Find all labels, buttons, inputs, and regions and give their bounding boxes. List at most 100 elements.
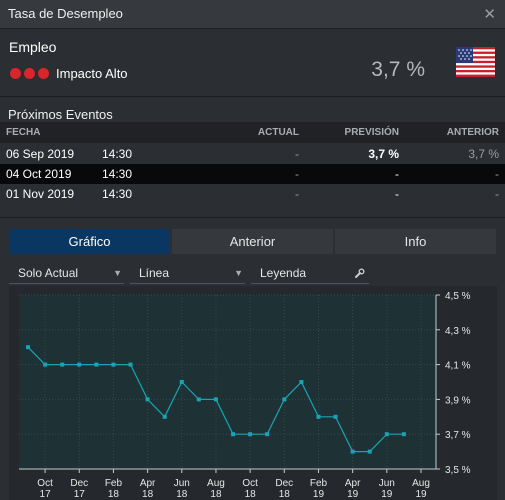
table-row[interactable]: 01 Nov 2019 14:30 - - - [0,184,505,204]
row-date: 06 Sep 2019 [6,147,75,161]
data-point [265,432,270,437]
x-tick-label: 19 [347,489,359,500]
x-tick-label: Apr [140,478,156,489]
row-actual: - [295,147,299,161]
row-forecast: - [395,167,399,181]
x-tick-label: Feb [310,478,328,489]
x-tick-label: Aug [412,478,430,489]
data-point [179,380,184,384]
table-row[interactable]: 04 Oct 2019 14:30 - - - [0,164,505,184]
row-time: 14:30 [102,167,133,181]
data-point [316,414,321,419]
event-value: 3,7 % [371,58,425,81]
row-previous: 3,7 % [468,147,499,161]
tab-bar: Gráfico Anterior Info [9,229,496,254]
x-tick-label: 17 [40,489,52,500]
row-forecast: - [395,187,399,201]
y-tick-label: 4,1 % [445,361,471,372]
impact-indicator: Impacto Alto [10,65,128,81]
data-point [248,432,253,437]
x-tick-label: Jun [174,478,190,489]
y-tick-label: 3,9 % [445,395,471,406]
row-previous: - [495,167,499,181]
impact-dot-icon [24,67,35,79]
x-tick-label: 19 [381,489,393,500]
row-time: 14:30 [102,147,133,161]
close-icon[interactable]: ✕ [483,5,496,23]
x-tick-label: 18 [176,489,188,500]
data-point [145,397,150,402]
x-tick-label: Feb [105,478,123,489]
col-actual: ACTUAL [257,127,299,138]
window-titlebar: Tasa de Desempleo ✕ [0,0,505,29]
events-table-header: FECHA ACTUAL PREVISIÓN ANTERIOR [0,122,505,143]
x-tick-label: 18 [279,489,291,500]
row-date: 04 Oct 2019 [6,167,72,181]
us-flag-icon [456,47,495,77]
data-point [333,414,338,419]
col-prevision: PREVISIÓN [344,127,399,138]
impact-label: Impacto Alto [56,65,128,81]
tab-anterior[interactable]: Anterior [172,229,333,254]
table-row[interactable]: 06 Sep 2019 14:30 - 3,7 % 3,7 % [0,144,505,164]
divider [0,217,505,218]
event-name: Empleo [9,39,57,55]
chart-type-value: Línea [139,266,170,280]
chart-type-select[interactable]: Línea ▼ [130,264,245,284]
y-tick-label: 3,7 % [445,430,471,441]
row-actual: - [295,187,299,201]
y-tick-label: 4,5 % [445,291,471,302]
x-tick-label: Oct [242,478,258,489]
data-point [128,362,133,367]
data-point [367,449,372,454]
chart-controls: Solo Actual ▼ Línea ▼ Leyenda [9,264,369,284]
data-point [384,432,389,437]
wrench-icon [355,268,365,278]
data-point [60,362,65,367]
x-tick-label: Oct [37,478,53,489]
window-title: Tasa de Desempleo [8,6,123,21]
data-point [196,397,201,402]
x-tick-label: Dec [70,478,88,489]
x-tick-label: 19 [313,489,325,500]
data-point [350,449,355,454]
chevron-down-icon: ▼ [234,268,243,278]
x-tick-label: 18 [108,489,120,500]
chart-panel: 4,5 % 4,3 % 4,1 % 3,9 % 3,7 % 3,5 % Oct 17 Dec 17… [9,286,497,500]
legend-label: Leyenda [260,266,307,280]
tab-info[interactable]: Info [335,229,496,254]
x-tick-label: Dec [275,478,293,489]
data-point [401,432,406,437]
data-point [94,362,99,367]
data-point [231,432,236,437]
x-tick-label: 18 [245,489,257,500]
tab-grafico[interactable]: Gráfico [9,229,170,254]
data-point [213,397,218,402]
plot-area [19,295,436,469]
data-point [43,362,48,367]
range-select[interactable]: Solo Actual ▼ [9,264,124,284]
data-point [282,397,287,402]
events-title: Próximos Eventos [8,107,113,122]
range-select-value: Solo Actual [18,266,79,280]
data-point [111,362,116,367]
row-previous: - [495,187,499,201]
x-tick-label: Apr [345,478,361,489]
y-tick-label: 3,5 % [445,465,471,476]
divider [0,96,505,97]
data-point [162,414,167,419]
x-tick-label: Aug [207,478,225,489]
x-tick-label: 18 [142,489,154,500]
x-tick-label: 18 [210,489,222,500]
impact-dot-icon [10,67,21,79]
x-tick-label: 19 [415,489,427,500]
row-date: 01 Nov 2019 [6,187,75,201]
chevron-down-icon: ▼ [113,268,122,278]
row-actual: - [295,167,299,181]
data-point [299,380,304,384]
legend-button[interactable]: Leyenda [251,264,369,284]
row-time: 14:30 [102,187,133,201]
col-anterior: ANTERIOR [446,127,499,138]
y-tick-label: 4,3 % [445,326,471,337]
x-tick-label: 17 [74,489,86,500]
